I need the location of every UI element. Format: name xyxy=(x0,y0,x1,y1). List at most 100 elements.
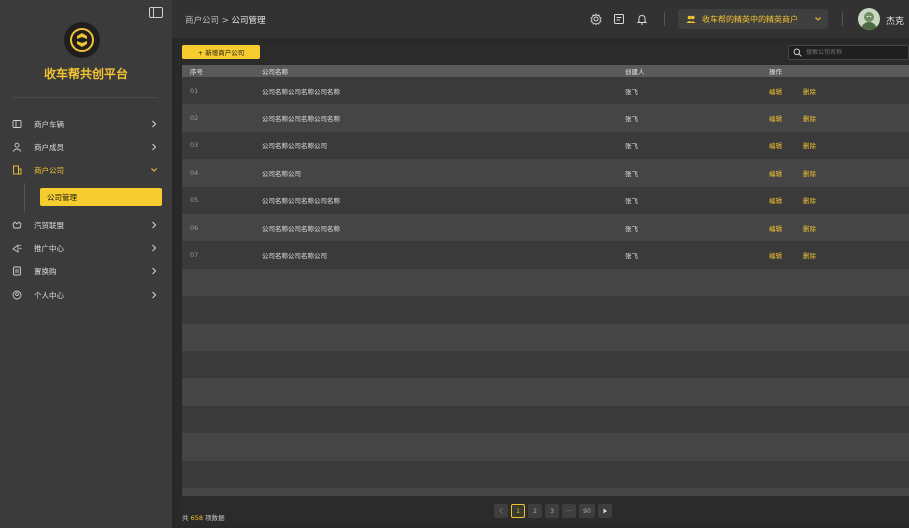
table-row: 04 公司名称公司 张飞 编辑 删除 xyxy=(182,159,909,187)
row-company-name: 公司名称公司名称公司 xyxy=(262,252,327,261)
prev-page-button[interactable] xyxy=(494,504,508,518)
chevron-right-icon xyxy=(152,267,157,275)
delete-link[interactable]: 删除 xyxy=(803,113,816,123)
page-button[interactable]: 90 xyxy=(579,504,595,518)
members-icon xyxy=(12,142,22,152)
row-creator: 张飞 xyxy=(625,252,638,261)
empty-row xyxy=(182,433,909,461)
total-count: 共 658 项数据 xyxy=(182,512,225,522)
chevron-right-icon xyxy=(152,143,157,151)
edit-link[interactable]: 编辑 xyxy=(769,223,782,233)
table-row: 01 公司名称公司名称公司名称 张飞 编辑 删除 xyxy=(182,77,909,105)
sidebar-item-merchant-vehicles[interactable]: 商户车辆 xyxy=(0,114,172,134)
table-row: 05 公司名称公司名称公司名称 张飞 编辑 删除 xyxy=(182,186,909,214)
submenu-indent-line xyxy=(24,183,25,213)
column-header-no: 序号 xyxy=(190,68,203,76)
breadcrumb-current: 公司管理 xyxy=(231,16,266,26)
total-prefix: 共 xyxy=(182,514,189,522)
delete-link[interactable]: 删除 xyxy=(803,86,816,96)
profile-icon xyxy=(12,290,22,300)
sidebar-item-label: 商户成员 xyxy=(34,142,64,152)
sidebar-subitem-company-management[interactable]: 公司管理 xyxy=(40,188,162,206)
search-input[interactable] xyxy=(806,49,906,56)
column-header-creator: 创建人 xyxy=(625,68,645,76)
header-divider xyxy=(664,12,665,26)
chevron-down-icon xyxy=(815,17,821,21)
edit-link[interactable]: 编辑 xyxy=(769,86,782,96)
main-content: + 新增商户公司 序号 公司名称 创建人 操作 01 公司名称公司名称公司名称 … xyxy=(172,38,909,528)
edit-link[interactable]: 编辑 xyxy=(769,168,782,178)
row-creator: 张飞 xyxy=(625,115,638,124)
table-row: 07 公司名称公司名称公司 张飞 编辑 删除 xyxy=(182,241,909,269)
empty-row xyxy=(182,460,909,488)
chevron-right-icon xyxy=(152,120,157,128)
settings-icon[interactable] xyxy=(590,13,602,25)
sidebar: 收车帮共创平台 商户车辆 商户成员 商户公司 公司管理 汽贸联盟 推广中心 置换… xyxy=(0,0,172,528)
chevron-down-icon xyxy=(151,168,157,172)
empty-row xyxy=(182,296,909,324)
row-no: 07 xyxy=(190,251,199,260)
edit-link[interactable]: 编辑 xyxy=(769,195,782,205)
car-icon xyxy=(12,120,22,128)
row-creator: 张飞 xyxy=(625,224,638,233)
delete-link[interactable]: 删除 xyxy=(803,140,816,150)
sidebar-item-merchant-company[interactable]: 商户公司 xyxy=(0,160,172,180)
edit-link[interactable]: 编辑 xyxy=(769,113,782,123)
table-row: 06 公司名称公司名称公司名称 张飞 编辑 删除 xyxy=(182,214,909,242)
sidebar-collapse-icon[interactable] xyxy=(149,7,163,18)
table-row: 03 公司名称公司名称公司 张飞 编辑 删除 xyxy=(182,131,909,160)
row-creator: 张飞 xyxy=(625,169,638,178)
row-creator: 张飞 xyxy=(625,142,638,151)
search-icon xyxy=(793,48,802,57)
empty-row xyxy=(182,488,909,496)
empty-row xyxy=(182,323,909,351)
avatar[interactable] xyxy=(858,8,880,30)
username[interactable]: 杰克 xyxy=(886,14,904,27)
breadcrumb-separator: > xyxy=(219,16,232,26)
column-header-name: 公司名称 xyxy=(262,68,288,76)
page-ellipsis[interactable]: ··· xyxy=(562,504,576,518)
message-icon[interactable] xyxy=(613,13,625,25)
page-button[interactable]: 1 xyxy=(511,504,525,518)
brand-name: 收车帮共创平台 xyxy=(43,67,128,81)
delete-link[interactable]: 删除 xyxy=(803,195,816,205)
page-button[interactable]: 2 xyxy=(528,504,542,518)
sidebar-item-label: 推广中心 xyxy=(34,243,64,253)
top-header: 商户公司 > 公司管理 收车帮的精英中的精英商户 杰克 xyxy=(172,0,909,38)
empty-row xyxy=(182,378,909,406)
sidebar-item-label: 个人中心 xyxy=(34,290,64,300)
bell-icon[interactable] xyxy=(636,13,648,25)
row-company-name: 公司名称公司名称公司名称 xyxy=(262,197,340,206)
breadcrumb-parent[interactable]: 商户公司 xyxy=(185,16,219,26)
company-icon xyxy=(13,165,22,175)
sidebar-item-label: 商户公司 xyxy=(34,165,64,175)
row-company-name: 公司名称公司名称公司名称 xyxy=(262,115,340,124)
merchant-selector[interactable]: 收车帮的精英中的精英商户 xyxy=(678,9,828,29)
next-page-button[interactable] xyxy=(598,504,612,518)
merchant-name: 收车帮的精英中的精英商户 xyxy=(702,14,798,24)
chevron-right-icon xyxy=(152,291,157,299)
alliance-icon xyxy=(12,221,22,229)
row-company-name: 公司名称公司名称公司名称 xyxy=(262,224,340,233)
sidebar-item-promotion-center[interactable]: 推广中心 xyxy=(0,238,172,258)
sidebar-item-personal-center[interactable]: 个人中心 xyxy=(0,285,172,305)
table-row: 02 公司名称公司名称公司名称 张飞 编辑 删除 xyxy=(182,104,909,132)
sidebar-item-exchange[interactable]: 置换购 xyxy=(0,261,172,281)
edit-link[interactable]: 编辑 xyxy=(769,140,782,150)
row-no: 03 xyxy=(190,141,199,150)
sidebar-item-label: 置换购 xyxy=(34,266,57,276)
sidebar-item-merchant-members[interactable]: 商户成员 xyxy=(0,137,172,157)
table-header: 序号 公司名称 创建人 操作 xyxy=(182,65,909,77)
edit-link[interactable]: 编辑 xyxy=(769,250,782,260)
delete-link[interactable]: 删除 xyxy=(803,223,816,233)
sidebar-item-auto-alliance[interactable]: 汽贸联盟 xyxy=(0,215,172,235)
pagination: 1 2 3 ··· 90 xyxy=(494,504,612,518)
delete-link[interactable]: 删除 xyxy=(803,168,816,178)
add-company-button[interactable]: + 新增商户公司 xyxy=(182,45,260,59)
sidebar-item-label: 汽贸联盟 xyxy=(34,220,64,230)
delete-link[interactable]: 删除 xyxy=(803,250,816,260)
sidebar-item-label: 商户车辆 xyxy=(34,119,64,129)
row-no: 01 xyxy=(190,86,199,95)
page-button[interactable]: 3 xyxy=(545,504,559,518)
play-right-icon xyxy=(603,508,607,514)
